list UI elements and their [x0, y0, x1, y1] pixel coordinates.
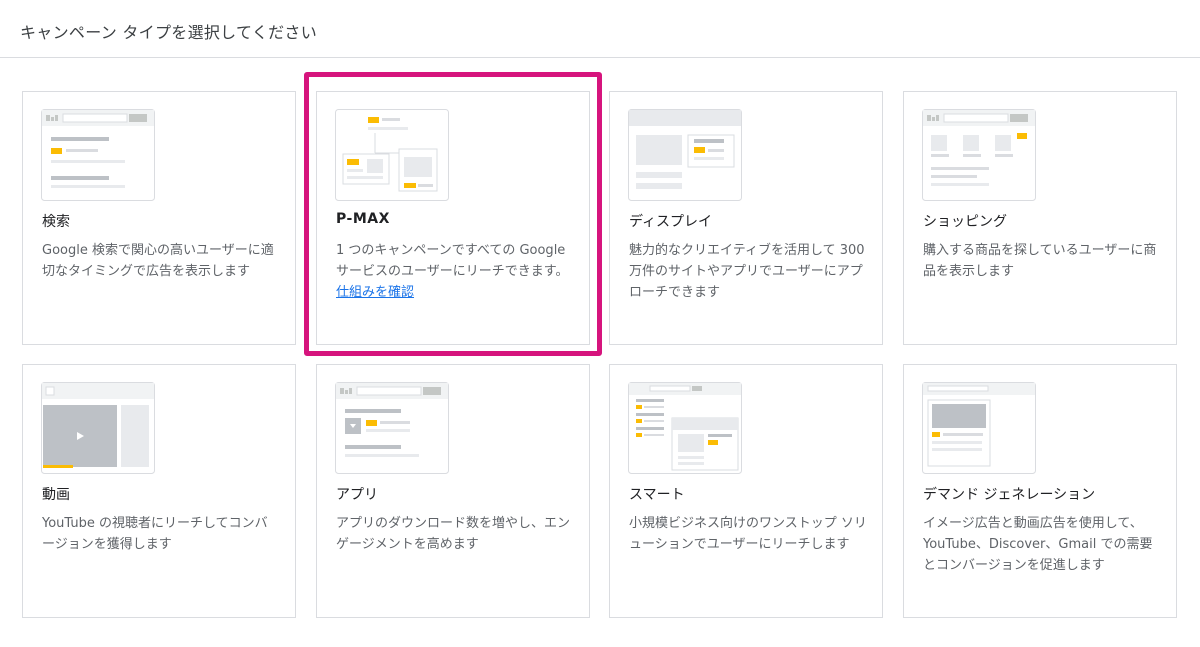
- card-description: 魅力的なクリエイティブを活用して 300 万件のサイトやアプリでユーザーにアプロ…: [629, 243, 865, 300]
- shopping-campaign-illustration-icon: [922, 109, 1036, 201]
- smart-campaign-illustration-icon: [628, 382, 742, 474]
- campaign-type-demand-gen-card[interactable]: デマンド ジェネレーション イメージ広告と動画広告を使用して、YouTube、D…: [903, 364, 1177, 618]
- demand-gen-campaign-illustration-icon: [922, 382, 1036, 474]
- search-campaign-illustration-icon: [41, 109, 155, 201]
- card-description: 1 つのキャンペーンですべての Google サービスのユーザーにリーチできます…: [336, 240, 574, 303]
- card-description: YouTube の視聴者にリーチしてコンバージョンを獲得します: [42, 516, 268, 552]
- card-title: 動画: [42, 487, 70, 503]
- card-description: アプリのダウンロード数を増やし、エンゲージメントを高めます: [336, 516, 571, 552]
- campaign-type-app-card[interactable]: アプリ アプリのダウンロード数を増やし、エンゲージメントを高めます: [316, 364, 590, 618]
- campaign-type-search-card[interactable]: 検索 Google 検索で関心の高いユーザーに適切なタイミングで広告を表示します: [22, 91, 296, 345]
- campaign-type-video-card[interactable]: 動画 YouTube の視聴者にリーチしてコンバージョンを獲得します: [22, 364, 296, 618]
- campaign-type-pmax-card[interactable]: P-MAX 1 つのキャンペーンですべての Google サービスのユーザーにリ…: [316, 91, 590, 345]
- display-campaign-illustration-icon: [628, 109, 742, 201]
- campaign-type-shopping-card[interactable]: ショッピング 購入する商品を探しているユーザーに商品を表示します: [903, 91, 1177, 345]
- learn-how-it-works-link[interactable]: 仕組みを確認: [336, 285, 414, 300]
- card-title: デマンド ジェネレーション: [923, 487, 1096, 503]
- card-description: 購入する商品を探しているユーザーに商品を表示します: [923, 243, 1157, 279]
- card-title: 検索: [42, 214, 70, 230]
- page-header: キャンペーン タイプを選択してください: [0, 0, 1200, 58]
- card-title: ショッピング: [923, 214, 1007, 230]
- card-description: 小規模ビジネス向けのワンストップ ソリューションでユーザーにリーチします: [629, 516, 867, 552]
- campaign-type-display-card[interactable]: ディスプレイ 魅力的なクリエイティブを活用して 300 万件のサイトやアプリでユ…: [609, 91, 883, 345]
- card-title: P-MAX: [336, 211, 390, 227]
- card-title: アプリ: [336, 487, 378, 503]
- app-campaign-illustration-icon: [335, 382, 449, 474]
- pmax-campaign-illustration-icon: [335, 109, 449, 201]
- campaign-type-smart-card[interactable]: スマート 小規模ビジネス向けのワンストップ ソリューションでユーザーにリーチしま…: [609, 364, 883, 618]
- card-description-text: 1 つのキャンペーンですべての Google サービスのユーザーにリーチできます…: [336, 243, 569, 279]
- card-title: スマート: [629, 487, 685, 503]
- page-title: キャンペーン タイプを選択してください: [20, 23, 318, 42]
- card-description: Google 検索で関心の高いユーザーに適切なタイミングで広告を表示します: [42, 243, 274, 279]
- video-campaign-illustration-icon: [41, 382, 155, 474]
- card-title: ディスプレイ: [629, 214, 713, 230]
- card-description: イメージ広告と動画広告を使用して、YouTube、Discover、Gmail …: [923, 516, 1153, 573]
